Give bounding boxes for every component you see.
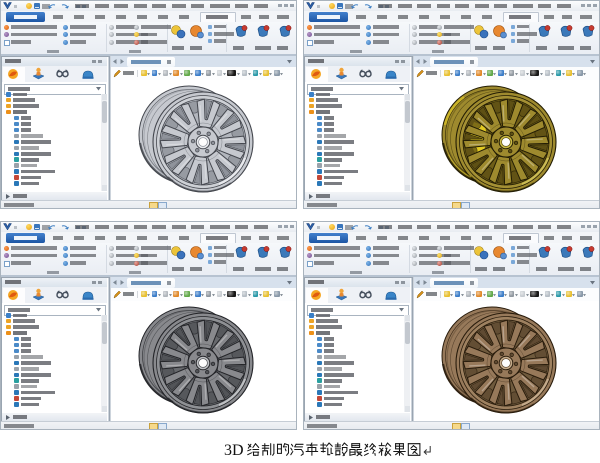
svg-text:3D: 3D <box>224 442 244 459</box>
